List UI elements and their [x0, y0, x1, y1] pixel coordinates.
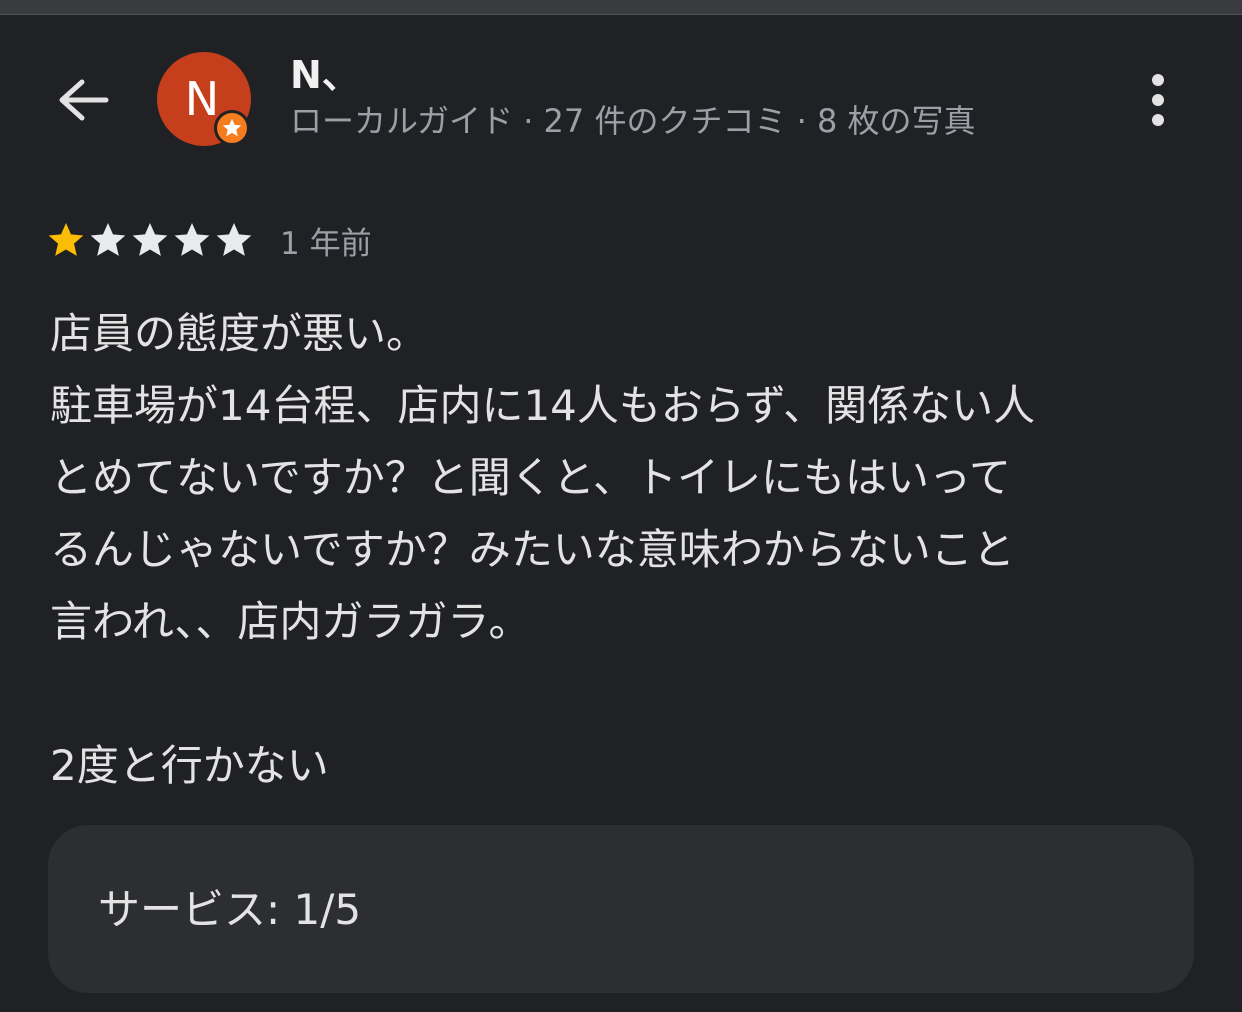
review-text: 店員の態度が悪い。駐車場が14台程、店内に14人もおらず、関係ない人 とめてないで…: [50, 298, 1170, 802]
star-empty-icon: [216, 223, 252, 256]
review-text-line: 2度と行かない: [50, 741, 329, 790]
user-name[interactable]: N、: [290, 52, 360, 98]
aspect-rating-text: サービス: 1/5: [98, 885, 362, 934]
user-meta: ローカルガイド · 27 件のクチコミ · 8 枚の写真: [290, 102, 976, 140]
arrow-back-icon: [59, 79, 109, 121]
review-text-line: 店員の態度が悪い。: [50, 309, 429, 358]
local-guide-star-icon: [214, 110, 250, 146]
more-options-button[interactable]: [1132, 70, 1184, 130]
review-text-gap: [50, 658, 1170, 730]
star-empty-icon: [132, 223, 168, 256]
star-empty-icon: [174, 223, 210, 256]
more-vert-icon: [1152, 74, 1164, 126]
status-strip: [0, 0, 1242, 15]
star-rating: [46, 220, 256, 260]
back-button[interactable]: [52, 70, 116, 130]
review-text-line: 駐車場が14台程、店内に14人もおらず、関係ない人: [50, 381, 1036, 430]
review-text-line: 言われ、、店内ガラガラ。: [50, 597, 531, 646]
star-empty-icon: [90, 223, 126, 256]
rating-row: 1 年前: [46, 218, 372, 262]
review-date: 1 年前: [280, 225, 372, 262]
avatar-initial: N: [184, 72, 220, 126]
aspect-rating-card: サービス: 1/5: [48, 825, 1194, 993]
review-text-line: るんじゃないですか？みたいな意味わからないこと: [50, 525, 1015, 574]
review-text-line: とめてないですか？と聞くと、トイレにもはいって: [50, 453, 1011, 502]
star-filled-icon: [48, 223, 84, 256]
